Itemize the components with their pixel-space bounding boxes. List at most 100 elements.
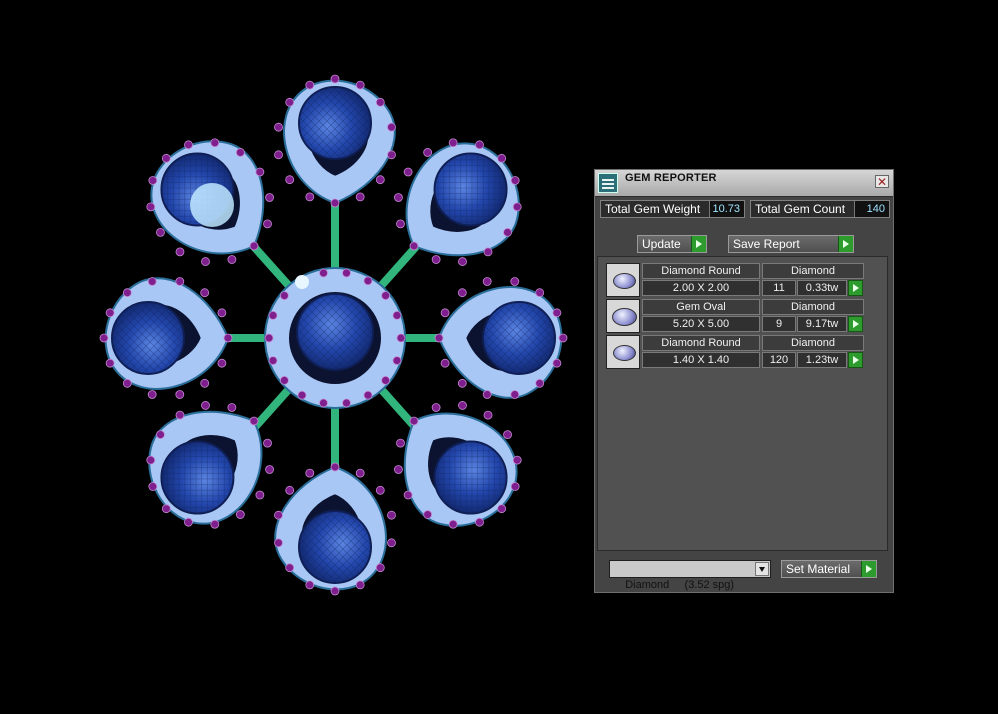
gem-material: Diamond <box>762 335 864 351</box>
prong-bead <box>330 586 340 596</box>
prong-bead <box>535 378 545 388</box>
select-gem-button[interactable] <box>848 316 863 332</box>
prong-bead <box>394 465 403 474</box>
gem-thumbnail <box>606 335 640 369</box>
prong-bead <box>330 462 340 472</box>
total-gem-weight: Total Gem Weight 10.73 <box>600 200 745 218</box>
prong-bead <box>147 390 157 399</box>
prong-bead <box>375 563 385 573</box>
prong-bead <box>264 333 274 343</box>
prong-bead <box>319 398 328 408</box>
select-gem-button[interactable] <box>848 352 863 368</box>
close-icon[interactable]: ✕ <box>875 175 889 188</box>
total-gem-count: Total Gem Count 140 <box>750 200 890 218</box>
list-item[interactable]: Diamond Round Diamond 1.40 X 1.40 120 1.… <box>606 335 864 369</box>
prong-bead <box>105 358 115 368</box>
prong-bead <box>122 288 132 298</box>
prong-bead <box>363 276 373 286</box>
prong-bead <box>319 268 328 278</box>
prong-bead <box>458 401 467 410</box>
prong-bead <box>535 288 545 298</box>
prong-bead <box>363 390 373 400</box>
prong-bead <box>105 308 115 318</box>
gem-cluster <box>274 74 396 208</box>
prong-bead <box>458 257 467 266</box>
prong-bead <box>381 375 391 385</box>
prong-bead <box>227 403 237 412</box>
prong-bead <box>387 510 396 520</box>
prong-bead <box>175 277 185 286</box>
prong-bead <box>285 485 295 495</box>
select-gem-button[interactable] <box>848 280 863 296</box>
prong-bead <box>263 219 272 229</box>
prong-bead <box>265 193 274 202</box>
prong-bead <box>200 378 210 388</box>
prong-bead <box>457 378 467 388</box>
prong-bead <box>285 563 295 573</box>
prong-bead <box>305 192 315 202</box>
gem-name: Diamond Round <box>642 263 760 279</box>
material-dropdown-value: Diamond (3.52 spg) <box>625 579 735 591</box>
setting-mesh <box>483 302 555 374</box>
panel-title: GEM REPORTER <box>625 172 717 184</box>
prong-bead <box>483 410 493 420</box>
gem-name: Gem Oval <box>642 299 760 315</box>
prong-bead <box>305 468 315 478</box>
total-gem-count-label: Total Gem Count <box>755 202 846 216</box>
gem-name: Diamond Round <box>642 335 760 351</box>
panel-title-bar[interactable]: GEM REPORTER ✕ <box>595 170 893 197</box>
prong-bead <box>552 308 562 318</box>
setting-mesh <box>299 511 371 583</box>
gem-reporter-icon <box>598 173 618 193</box>
setting-mesh <box>112 302 184 374</box>
round-gem-icon <box>613 273 636 289</box>
gem-material: Diamond <box>762 263 864 279</box>
prong-bead <box>440 308 450 318</box>
round-gem-icon <box>613 345 636 361</box>
gem-brooch-model <box>99 74 568 596</box>
update-button[interactable]: Update <box>637 235 707 253</box>
prong-bead <box>403 167 413 177</box>
prong-bead <box>227 255 237 264</box>
list-item[interactable]: Diamond Round Diamond 2.00 X 2.00 11 0.3… <box>606 263 864 297</box>
prong-bead <box>394 193 403 202</box>
prong-bead <box>122 378 132 388</box>
prong-bead <box>223 333 233 343</box>
prong-bead <box>268 356 278 366</box>
material-dropdown[interactable]: Diamond (3.52 spg) <box>609 560 771 591</box>
prong-bead <box>396 219 405 229</box>
prong-bead <box>431 255 441 264</box>
prong-bead <box>268 310 278 320</box>
gem-size: 5.20 X 5.00 <box>642 316 760 332</box>
prong-bead <box>392 356 402 366</box>
prong-bead <box>305 80 315 90</box>
prong-bead <box>482 277 492 286</box>
list-item[interactable]: Gem Oval Diamond 5.20 X 5.00 9 9.17tw <box>606 299 864 333</box>
prong-bead <box>279 291 289 301</box>
prong-bead <box>510 390 520 399</box>
prong-bead <box>201 257 210 266</box>
play-icon <box>838 236 853 252</box>
prong-bead <box>434 333 444 343</box>
prong-bead <box>387 538 396 548</box>
highlight <box>295 275 309 289</box>
prong-bead <box>217 308 227 318</box>
prong-bead <box>274 538 283 548</box>
prong-bead <box>285 175 295 185</box>
prong-bead <box>375 97 385 107</box>
gem-cluster <box>434 277 568 399</box>
jewelry-3d-viewport[interactable] <box>0 0 590 714</box>
prong-bead <box>200 288 210 298</box>
chevron-down-icon[interactable] <box>755 562 769 576</box>
prong-bead <box>263 438 272 448</box>
prong-bead <box>201 401 210 410</box>
gem-count: 9 <box>762 316 796 332</box>
set-material-button[interactable]: Set Material <box>781 560 877 578</box>
gem-weight: 0.33tw <box>797 280 847 296</box>
prong-bead <box>396 438 405 448</box>
play-icon <box>861 561 876 577</box>
gem-size: 1.40 X 1.40 <box>642 352 760 368</box>
save-report-button[interactable]: Save Report <box>728 235 854 253</box>
prong-bead <box>330 74 340 84</box>
prong-bead <box>355 468 365 478</box>
